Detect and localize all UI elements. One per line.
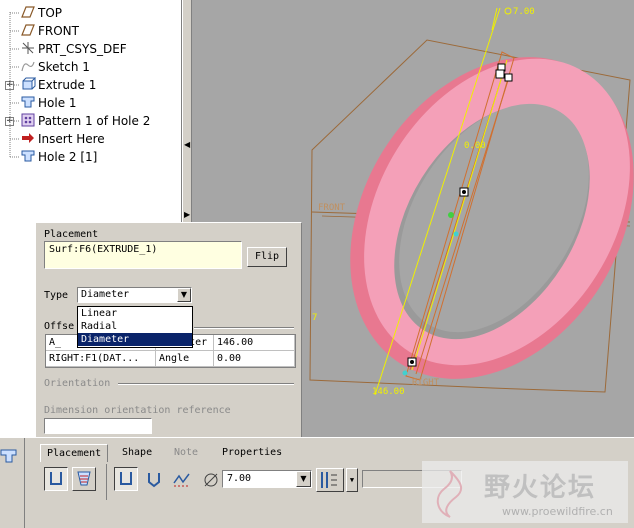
table-cell[interactable]: Angle <box>156 351 214 367</box>
tab-shape[interactable]: Shape <box>116 444 158 462</box>
rectangle-profile-icon <box>120 472 132 485</box>
right-datum-label: RIGHT <box>412 378 440 388</box>
table-cell[interactable]: 0.00 <box>214 351 295 367</box>
tree-item-hole2[interactable]: Hole 2 [1] <box>20 148 97 166</box>
watermark-url: www.proewildfire.cn <box>502 505 613 518</box>
tree-item-pattern[interactable]: Pattern 1 of Hole 2 <box>20 112 150 130</box>
hole-icon <box>21 96 35 108</box>
expand-right-icon[interactable]: ▶ <box>184 210 190 219</box>
table-cell[interactable]: 146.00 <box>214 335 295 351</box>
simple-hole-icon <box>50 472 62 485</box>
tab-note[interactable]: Note <box>168 444 204 462</box>
tree-item-top[interactable]: TOP <box>20 4 62 22</box>
tree-item-insert-here[interactable]: Insert Here <box>20 130 105 148</box>
type-option-linear[interactable]: Linear <box>78 307 192 320</box>
drill-profile-icon <box>148 473 160 488</box>
chevron-down-icon[interactable]: ▼ <box>346 468 358 492</box>
csys-icon <box>22 42 34 54</box>
watermark: 野火论坛 www.proewildfire.cn <box>422 461 628 523</box>
divider <box>118 383 294 385</box>
top-dim-label[interactable]: 7.00 <box>513 7 535 17</box>
table-cell[interactable]: RIGHT:F1(DAT... <box>46 351 156 367</box>
placement-reference-field[interactable]: Surf:F6(EXTRUDE_1) <box>44 241 242 269</box>
sketch-profile-icon <box>173 473 190 487</box>
blind-depth-icon <box>321 472 337 488</box>
placement-label: Placement <box>44 229 99 240</box>
type-option-radial[interactable]: Radial <box>78 320 192 333</box>
diameter-dim-label[interactable]: 146.00 <box>372 387 405 397</box>
drag-handle[interactable] <box>495 69 505 79</box>
standard-profile-button[interactable] <box>142 467 166 491</box>
offset-references-label: Offse <box>44 321 75 332</box>
sketch-profile-button[interactable] <box>170 467 194 491</box>
insert-arrow-icon <box>22 133 34 143</box>
hole-tool-icon <box>0 449 17 463</box>
divider <box>106 464 107 500</box>
watermark-title: 野火论坛 <box>484 473 597 503</box>
pattern-icon <box>21 113 35 127</box>
dimension-orientation-field[interactable] <box>44 418 152 434</box>
tree-lines <box>9 12 19 158</box>
left-dim-label[interactable]: 7 <box>312 313 317 323</box>
dimension-orientation-label: Dimension orientation reference <box>44 405 231 416</box>
divider <box>194 327 294 329</box>
divider <box>24 438 25 528</box>
tree-item-hole1[interactable]: Hole 1 <box>20 94 77 112</box>
rectangle-profile-button[interactable] <box>114 467 138 491</box>
extrude-icon <box>22 77 36 90</box>
depth-option-button[interactable] <box>316 468 344 492</box>
diameter-input[interactable]: 7.00 ▼ <box>222 470 312 488</box>
standard-hole-button[interactable] <box>72 467 96 491</box>
tree-item-front[interactable]: FRONT <box>20 22 79 40</box>
type-select-value: Diameter <box>81 289 130 300</box>
tree-item-sketch[interactable]: Sketch 1 <box>20 58 90 76</box>
type-select[interactable]: Diameter ▼ <box>77 287 192 303</box>
threaded-hole-icon <box>77 471 91 486</box>
anchor-point[interactable] <box>453 231 459 237</box>
collapse-left-icon[interactable]: ◀ <box>184 140 190 149</box>
chevron-down-icon[interactable]: ▼ <box>177 288 191 302</box>
ring-part[interactable] <box>292 4 634 431</box>
dim-handle[interactable] <box>504 7 512 15</box>
handle-dot <box>462 190 466 194</box>
datum-plane-icon <box>21 6 35 18</box>
anchor-point[interactable] <box>448 212 454 218</box>
front-datum-label: FRONT <box>318 203 346 213</box>
handle-dot <box>410 360 414 364</box>
tree-item-csys[interactable]: PRT_CSYS_DEF <box>20 40 127 58</box>
watermark-logo <box>436 470 463 518</box>
type-option-diameter[interactable]: Diameter <box>78 333 192 346</box>
placement-panel: Placement Surf:F6(EXTRUDE_1) Flip Type D… <box>35 222 302 438</box>
simple-hole-button[interactable] <box>44 467 68 491</box>
flip-button[interactable]: Flip <box>247 247 287 267</box>
diameter-icon <box>204 473 218 487</box>
diameter-input-value: 7.00 <box>227 473 252 484</box>
drag-handle[interactable] <box>504 73 513 82</box>
tree-item-extrude[interactable]: Extrude 1 <box>20 76 96 94</box>
sketch-icon <box>21 61 35 72</box>
orientation-label: Orientation <box>44 378 111 389</box>
hole-dashboard: Placement Shape Note Properties 7.00 ▼ ▼… <box>0 437 634 528</box>
angle-dim-label[interactable]: 0.00 <box>464 141 486 151</box>
anchor-point[interactable] <box>402 370 408 376</box>
tab-placement[interactable]: Placement <box>40 444 109 462</box>
hole-icon <box>21 150 35 162</box>
tab-properties[interactable]: Properties <box>216 444 288 462</box>
type-dropdown-list: Linear Radial Diameter <box>77 306 193 348</box>
chevron-down-icon[interactable]: ▼ <box>296 471 311 487</box>
type-label: Type <box>44 290 69 301</box>
datum-plane-icon <box>21 24 35 36</box>
